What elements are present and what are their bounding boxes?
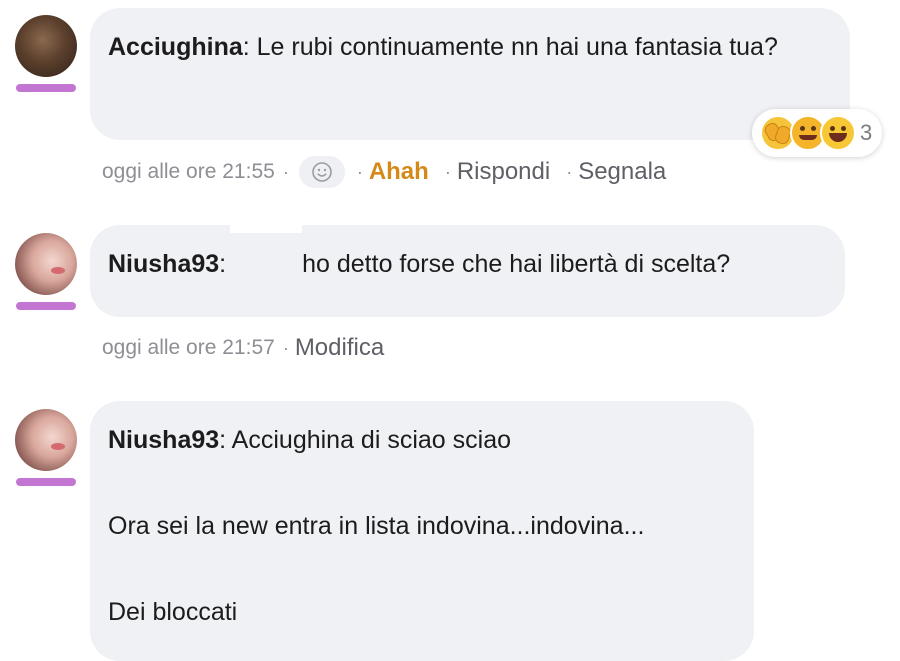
comment-meta: oggi alle ore 21:57 · Modifica: [102, 334, 384, 362]
separator: ·: [444, 161, 451, 182]
comment-meta: oggi alle ore 21:55 · · Ahah · Rispondi …: [102, 156, 666, 188]
tears-of-joy-emoji-icon: [820, 115, 856, 151]
comment-line: Dei bloccati: [108, 598, 238, 626]
timestamp: oggi alle ore 21:55: [102, 160, 275, 183]
user-badge: [16, 84, 76, 92]
comment-bubble: Niusha93: ho detto forse che hai libertà …: [90, 225, 845, 317]
timestamp: oggi alle ore 21:57: [102, 336, 275, 359]
author-name[interactable]: Niusha93: [108, 250, 219, 278]
report-link[interactable]: Segnala: [578, 158, 666, 186]
comment-first-line: Niusha93: Acciughina di sciao sciao: [108, 419, 736, 461]
comment-text: : Acciughina di sciao sciao: [219, 426, 512, 454]
user-badge: [16, 478, 76, 486]
author-name[interactable]: Acciughina: [108, 33, 243, 61]
comment-bubble: Acciughina: Le rubi continuamente nn hai…: [90, 8, 850, 140]
smiley-icon: [312, 162, 332, 182]
separator: ·: [566, 161, 573, 182]
ahah-reaction-link[interactable]: Ahah: [369, 158, 429, 186]
avatar[interactable]: [15, 409, 77, 471]
separator: ·: [356, 161, 363, 182]
comment-text: : Le rubi continuamente nn hai una fanta…: [242, 33, 778, 61]
separator: ·: [282, 161, 289, 182]
comment-line: Ora sei la new entra in lista indovina..…: [108, 512, 645, 540]
comment-text: ho detto forse che hai libertà di scelta…: [302, 250, 731, 278]
separator: ·: [282, 337, 289, 358]
author-name[interactable]: Niusha93: [108, 426, 219, 454]
avatar[interactable]: [15, 233, 77, 295]
add-reaction-button[interactable]: [298, 156, 345, 188]
comment-bubble: Niusha93: Acciughina di sciao sciao Ora …: [90, 401, 754, 661]
edit-link[interactable]: Modifica: [295, 334, 384, 362]
reaction-summary[interactable]: 3: [752, 109, 883, 157]
author-colon: :: [219, 250, 227, 278]
reply-link[interactable]: Rispondi: [457, 158, 550, 186]
user-badge: [16, 302, 76, 310]
reaction-count: 3: [860, 120, 873, 145]
avatar[interactable]: [15, 15, 77, 77]
redaction-patch: [230, 213, 302, 233]
